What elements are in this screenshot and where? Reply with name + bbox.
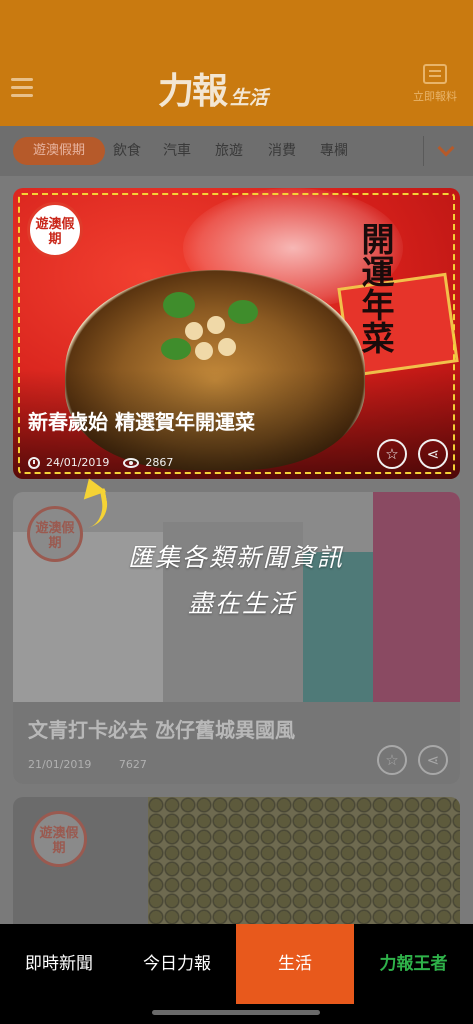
article-card[interactable]: 遊澳假期 xyxy=(13,797,460,927)
report-label: 立即報料 xyxy=(413,90,457,103)
category-tab[interactable]: 汽車 xyxy=(163,137,191,165)
building-image xyxy=(303,552,383,712)
logo-brand: 力報 xyxy=(158,71,228,112)
share-icon[interactable]: ⋖ xyxy=(418,745,448,775)
category-tab-active[interactable]: 遊澳假期 xyxy=(13,137,105,165)
report-button[interactable]: 立即報料 xyxy=(411,64,459,104)
app-header: 力報 生活 立即報料 xyxy=(0,0,473,126)
logo-section: 生活 xyxy=(230,87,269,109)
app-logo: 力報 生活 xyxy=(158,66,268,112)
report-icon xyxy=(423,64,447,84)
bottom-tab-bar: 即時新聞 今日力報 生活 力報王者 xyxy=(0,924,473,1024)
category-tab[interactable]: 飲食 xyxy=(113,137,141,165)
category-tab[interactable]: 旅遊 xyxy=(215,137,243,165)
category-badge-logo: 遊澳假期 xyxy=(27,506,83,562)
category-tab[interactable]: 消費 xyxy=(268,137,296,165)
category-divider xyxy=(423,136,424,166)
building-image xyxy=(373,492,460,712)
tab-lifestyle[interactable]: 生活 xyxy=(236,924,354,1004)
category-badge-logo: 遊澳假期 xyxy=(31,811,87,867)
tab-today-paper[interactable]: 今日力報 xyxy=(118,924,236,1004)
slogan-line-1: 匯集各類新聞資訊 xyxy=(128,543,345,572)
hamburger-menu-icon[interactable] xyxy=(11,78,33,98)
home-indicator[interactable] xyxy=(152,1010,320,1015)
article-card[interactable]: 遊澳假期 文青打卡必去 氹仔舊城異國風 21/01/2019 7627 ☆ ⋖ xyxy=(13,492,460,784)
brand-logo-right: 王者 xyxy=(413,954,448,974)
brand-logo-left: 力報 xyxy=(379,954,414,974)
category-bar: 遊澳假期 飲食 汽車 旅遊 消費 專欄 xyxy=(0,126,473,176)
article-views: 7627 xyxy=(118,758,147,771)
category-tab[interactable]: 專欄 xyxy=(320,137,348,165)
slogan-line-2: 盡在生活 xyxy=(188,589,297,618)
article-meta: 21/01/2019 7627 xyxy=(28,758,147,771)
dessert-image xyxy=(148,797,460,927)
article-date: 21/01/2019 xyxy=(28,758,92,771)
tab-brand[interactable]: 力報王者 xyxy=(354,924,473,1004)
article-title[interactable]: 文青打卡必去 氹仔舊城異國風 xyxy=(28,714,295,743)
highlight-frame xyxy=(18,193,455,474)
tab-breaking-news[interactable]: 即時新聞 xyxy=(0,924,118,1004)
favorite-star-icon[interactable]: ☆ xyxy=(377,745,407,775)
chevron-down-icon[interactable] xyxy=(437,139,455,157)
